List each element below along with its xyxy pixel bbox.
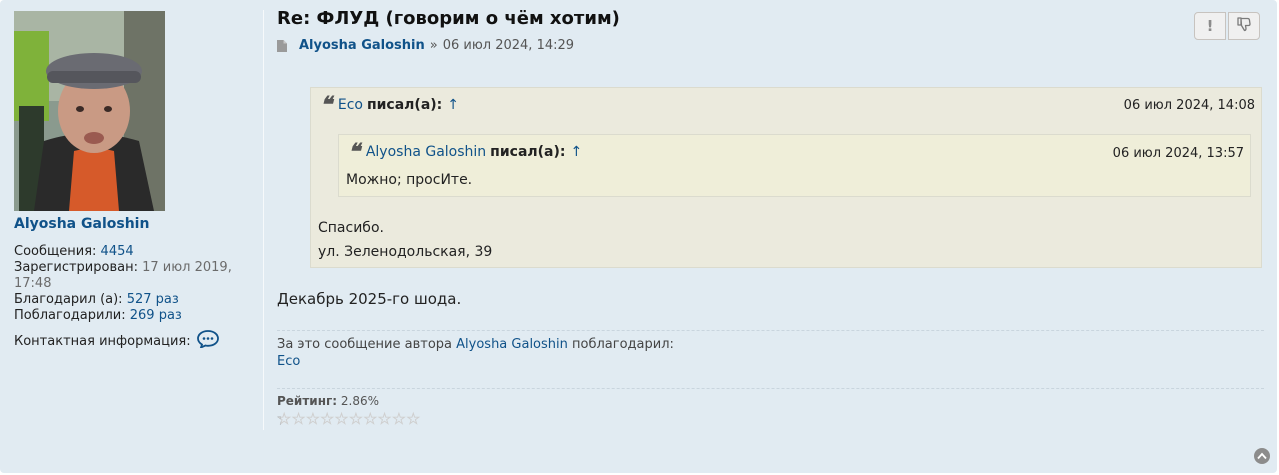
speech-bubble-icon[interactable]: [196, 330, 219, 353]
report-button[interactable]: !: [1194, 12, 1226, 40]
posts-label: Сообщения:: [14, 244, 97, 259]
quote-wrote-label: писал(а):: [366, 97, 443, 113]
nested-quote-jump-arrow-icon[interactable]: ↑: [571, 144, 583, 160]
posts-count-link[interactable]: 4454: [101, 244, 134, 259]
thanks-user-link[interactable]: Eco: [277, 354, 300, 369]
avatar[interactable]: [14, 11, 165, 211]
rating-star-icon[interactable]: ☆: [320, 410, 335, 427]
post-date: 06 июл 2024, 14:29: [442, 38, 575, 53]
thumbs-down-icon: [1236, 16, 1252, 36]
rating-star-icon[interactable]: ☆: [334, 410, 349, 427]
rating-star-icon[interactable]: ☆: [291, 410, 306, 427]
rating-star-icon[interactable]: ☆: [305, 410, 320, 427]
post-content: Декабрь 2025-го шода.: [277, 290, 462, 308]
thanks-prefix: За это сообщение автора: [277, 337, 452, 352]
profile-divider: [263, 10, 264, 430]
was-thanked-label: Поблагодарили:: [14, 308, 126, 323]
rating-star-icon[interactable]: ☆: [363, 410, 378, 427]
thanks-suffix: поблагодарил:: [572, 337, 674, 352]
was-thanked-count-link[interactable]: 269 раз: [130, 308, 182, 323]
nested-quote-author-link[interactable]: Alyosha Galoshin: [366, 144, 486, 160]
quote-line: Спасибо.: [318, 220, 384, 236]
rating-star-icon[interactable]: ☆: [377, 410, 392, 427]
nested-quote-text: Можно; просИте.: [346, 172, 473, 188]
rating-label: Рейтинг:: [277, 394, 338, 408]
profile-panel: Alyosha Galoshin Сообщения: 4454 Зарегис…: [14, 11, 254, 353]
profile-username[interactable]: Alyosha Galoshin: [14, 216, 254, 232]
rating-star-icon[interactable]: ☆: [348, 410, 363, 427]
thanked-count-link[interactable]: 527 раз: [127, 292, 179, 307]
post-buttons: !: [1194, 12, 1260, 40]
quote-marks-icon: ❝: [348, 139, 360, 165]
thanks-block: За это сообщение автора Alyosha Galoshin…: [277, 336, 674, 370]
contact-label: Контактная информация:: [14, 333, 191, 349]
thanks-separator: [277, 330, 1264, 331]
post-header: Re: ФЛУД (говорим о чём хотим) Alyosha G…: [277, 8, 1262, 53]
rating-value: 2.86%: [340, 394, 380, 408]
nested-quote-wrote-label: писал(а):: [490, 144, 566, 160]
post-author[interactable]: Alyosha Galoshin: [299, 38, 425, 53]
post-document-icon[interactable]: [277, 39, 287, 52]
quote-line: ул. Зеленодольская, 39: [318, 244, 493, 260]
nested-quote-header: ❝ Alyosha Galoshin писал(а): ↑: [348, 139, 583, 165]
dislike-button[interactable]: [1228, 12, 1260, 40]
rating-stars[interactable]: ☆ ☆ ☆ ☆ ☆ ☆ ☆ ☆ ☆ ☆: [277, 410, 421, 427]
post-author-line: Alyosha Galoshin » 06 июл 2024, 14:29: [277, 38, 1262, 53]
quote-date: 06 июл 2024, 14:08: [1123, 98, 1255, 113]
author-separator: »: [429, 38, 438, 53]
quote-header: ❝ Eco писал(а): ↑: [320, 92, 459, 118]
rating-separator: [277, 388, 1264, 389]
quote-block: ❝ Eco писал(а): ↑ 06 июл 2024, 14:08 ❝ A…: [310, 87, 1262, 268]
quote-marks-icon: ❝: [320, 92, 332, 118]
rating-star-icon[interactable]: ☆: [391, 410, 406, 427]
thanked-label: Благодарил (а):: [14, 292, 123, 307]
quote-author-link[interactable]: Eco: [338, 97, 363, 113]
quote-body: Спасибо. ул. Зеленодольская, 39: [318, 216, 492, 264]
post-title[interactable]: Re: ФЛУД (говорим о чём хотим): [277, 8, 1262, 29]
quote-jump-arrow-icon[interactable]: ↑: [447, 97, 459, 113]
rating-line: Рейтинг: 2.86%: [277, 394, 379, 408]
nested-quote-date: 06 июл 2024, 13:57: [1112, 146, 1244, 161]
registered-label: Зарегистрирован:: [14, 260, 138, 275]
post: Alyosha Galoshin Сообщения: 4454 Зарегис…: [0, 0, 1277, 473]
nested-quote-block: ❝ Alyosha Galoshin писал(а): ↑ 06 июл 20…: [338, 134, 1251, 197]
profile-fields: Сообщения: 4454 Зарегистрирован: 17 июл …: [14, 244, 254, 353]
rating-star-icon[interactable]: ☆: [406, 410, 421, 427]
back-to-top-icon[interactable]: [1254, 448, 1270, 464]
thanks-author-link[interactable]: Alyosha Galoshin: [456, 337, 568, 352]
rating-star-icon[interactable]: ☆: [277, 410, 292, 427]
